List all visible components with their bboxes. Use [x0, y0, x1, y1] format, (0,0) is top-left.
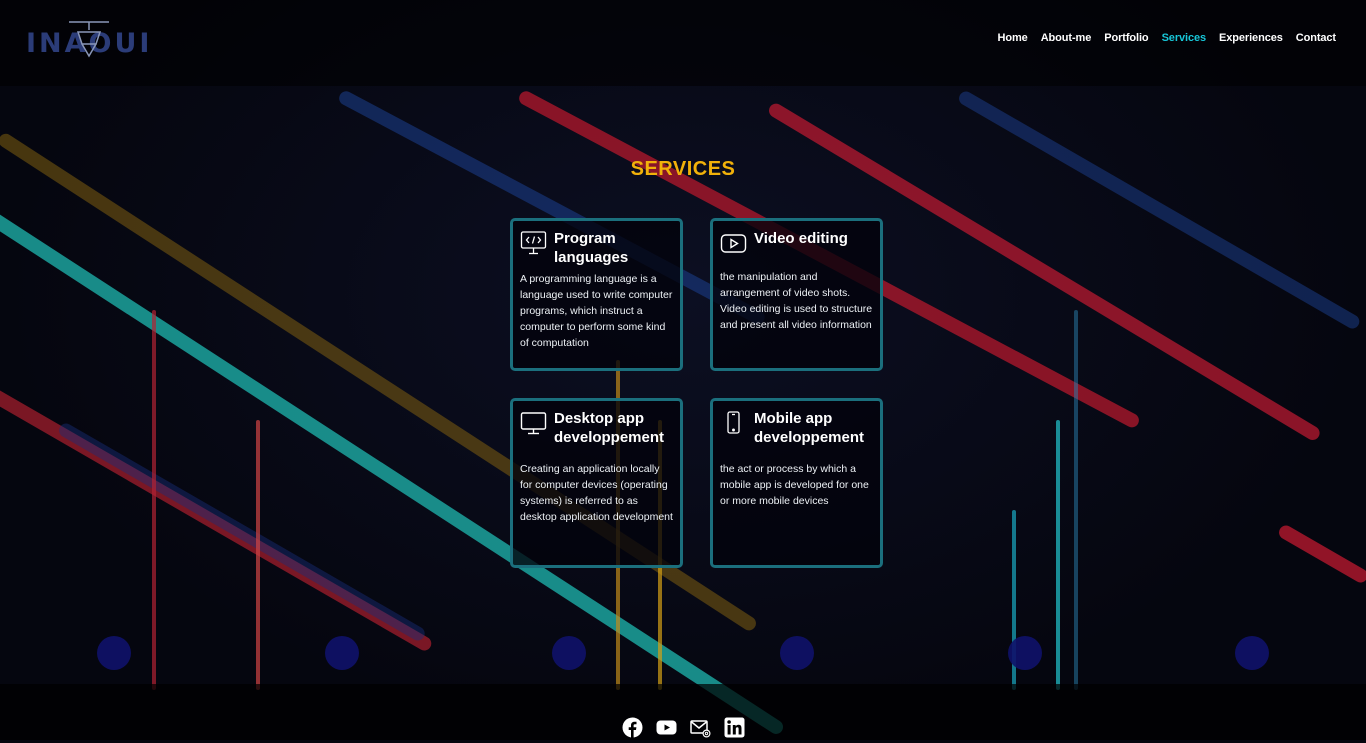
background-streak: [57, 421, 428, 643]
code-monitor-icon: [520, 230, 547, 257]
background-line: [1056, 420, 1060, 690]
background-dot: [97, 636, 131, 670]
email-icon[interactable]: [690, 717, 711, 738]
site-logo[interactable]: INAOUI: [26, 18, 156, 64]
drone-icon: [64, 16, 114, 66]
nav-home[interactable]: Home: [998, 32, 1028, 44]
mobile-phone-icon: [720, 410, 747, 437]
background-artwork: [0, 0, 1366, 740]
service-card-desktop-app: Desktop app developpement Creating an ap…: [510, 398, 683, 568]
nav-experiences[interactable]: Experiences: [1219, 32, 1283, 44]
site-footer: [0, 684, 1366, 740]
card-title: Desktop app developpement: [554, 409, 673, 447]
service-card-program-languages: Program languages A programming language…: [510, 218, 683, 371]
background-dot: [552, 636, 586, 670]
nav-about-me[interactable]: About-me: [1041, 32, 1092, 44]
youtube-icon[interactable]: [656, 717, 677, 738]
service-card-mobile-app: Mobile app developpement the act or proc…: [710, 398, 883, 568]
service-card-video-editing: Video editing the manipulation and arran…: [710, 218, 883, 371]
social-links: [622, 717, 745, 738]
background-dot: [325, 636, 359, 670]
card-title: Video editing: [754, 229, 848, 248]
card-description: A programming language is a language use…: [520, 271, 673, 351]
background-streak: [957, 89, 1362, 331]
background-dot: [1008, 636, 1042, 670]
page-title: SERVICES: [0, 158, 1366, 181]
main-nav: Home About-me Portfolio Services Experie…: [998, 32, 1336, 44]
nav-contact[interactable]: Contact: [1296, 32, 1336, 44]
nav-portfolio[interactable]: Portfolio: [1104, 32, 1148, 44]
site-header: INAOUI Home About-me Portfolio Services …: [0, 0, 1366, 86]
card-description: Creating an application locally for comp…: [520, 461, 673, 525]
background-dot: [1235, 636, 1269, 670]
card-description: the manipulation and arrangement of vide…: [720, 269, 873, 333]
facebook-icon[interactable]: [622, 717, 643, 738]
video-play-icon: [720, 230, 747, 257]
card-description: the act or process by which a mobile app…: [720, 461, 873, 509]
background-line: [256, 420, 260, 690]
card-title: Program languages: [554, 229, 673, 267]
background-streak: [1277, 523, 1366, 585]
background-line: [152, 310, 156, 690]
background-dot: [780, 636, 814, 670]
card-title: Mobile app developpement: [754, 409, 873, 447]
background-line: [1074, 310, 1078, 690]
linkedin-icon[interactable]: [724, 717, 745, 738]
nav-services[interactable]: Services: [1162, 32, 1206, 44]
desktop-icon: [520, 410, 547, 437]
